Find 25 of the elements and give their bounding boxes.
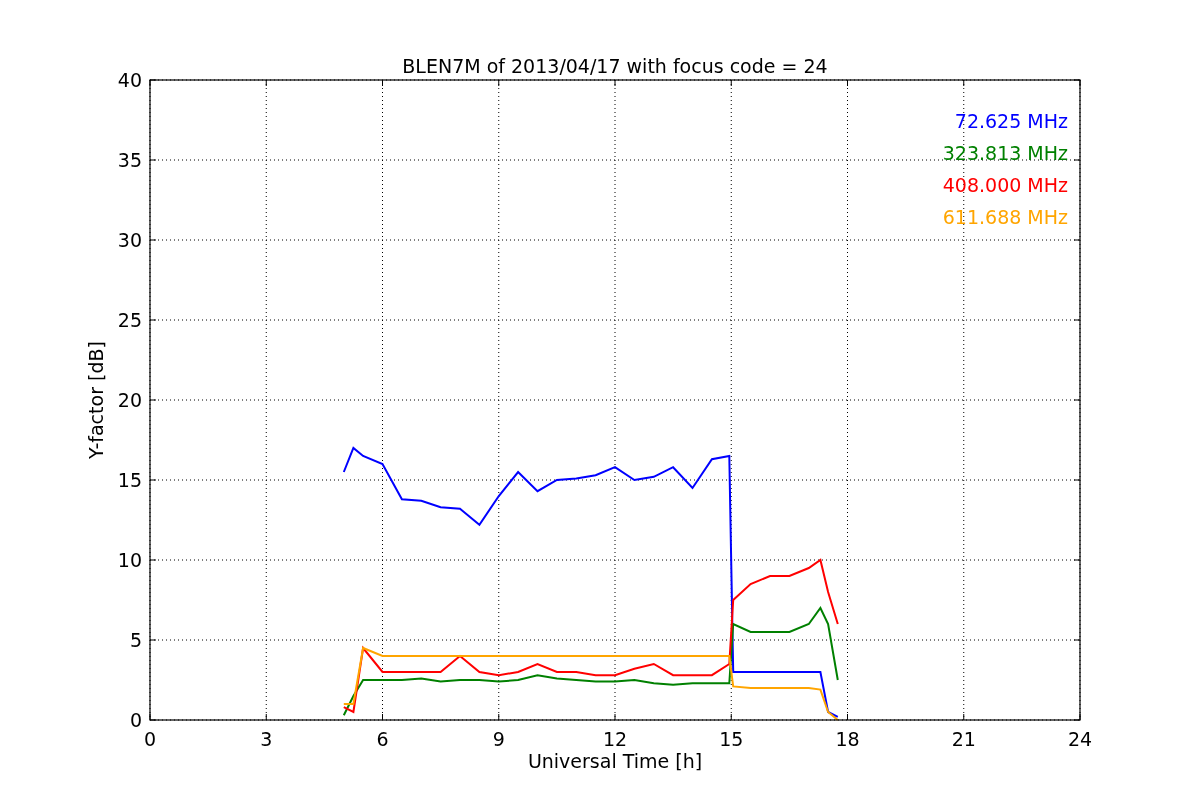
x-tick-label: 24 [1067, 728, 1093, 750]
y-tick-label: 10 [117, 549, 142, 571]
x-tick-label: 12 [602, 728, 628, 750]
y-tick-label: 25 [117, 309, 142, 331]
y-tick-label: 15 [117, 469, 142, 491]
legend-label: 323.813 MHz [942, 142, 1068, 164]
y-tick-label: 20 [117, 389, 142, 411]
x-tick-label: 9 [492, 728, 505, 750]
legend-label: 611.688 MHz [942, 206, 1068, 228]
x-axis-label: Universal Time [h] [527, 750, 703, 772]
x-tick-label: 21 [951, 728, 976, 750]
y-tick-label: 0 [129, 709, 142, 731]
x-tick-label: 6 [376, 728, 389, 750]
x-tick-label: 0 [143, 728, 157, 750]
y-tick-label: 30 [117, 229, 142, 251]
x-tick-label: 18 [835, 728, 860, 750]
chart-title: BLEN7M of 2013/04/17 with focus code = 24 [402, 55, 828, 77]
y-tick-label: 35 [117, 149, 142, 171]
x-tick-label: 3 [260, 728, 273, 750]
y-axis-label: Y-factor [dB] [85, 341, 107, 459]
y-tick-label: 5 [129, 629, 142, 651]
legend-label: 72.625 MHz [954, 110, 1068, 132]
x-tick-label: 15 [719, 728, 744, 750]
legend-label: 408.000 MHz [942, 174, 1068, 196]
y-tick-label: 40 [117, 69, 142, 91]
